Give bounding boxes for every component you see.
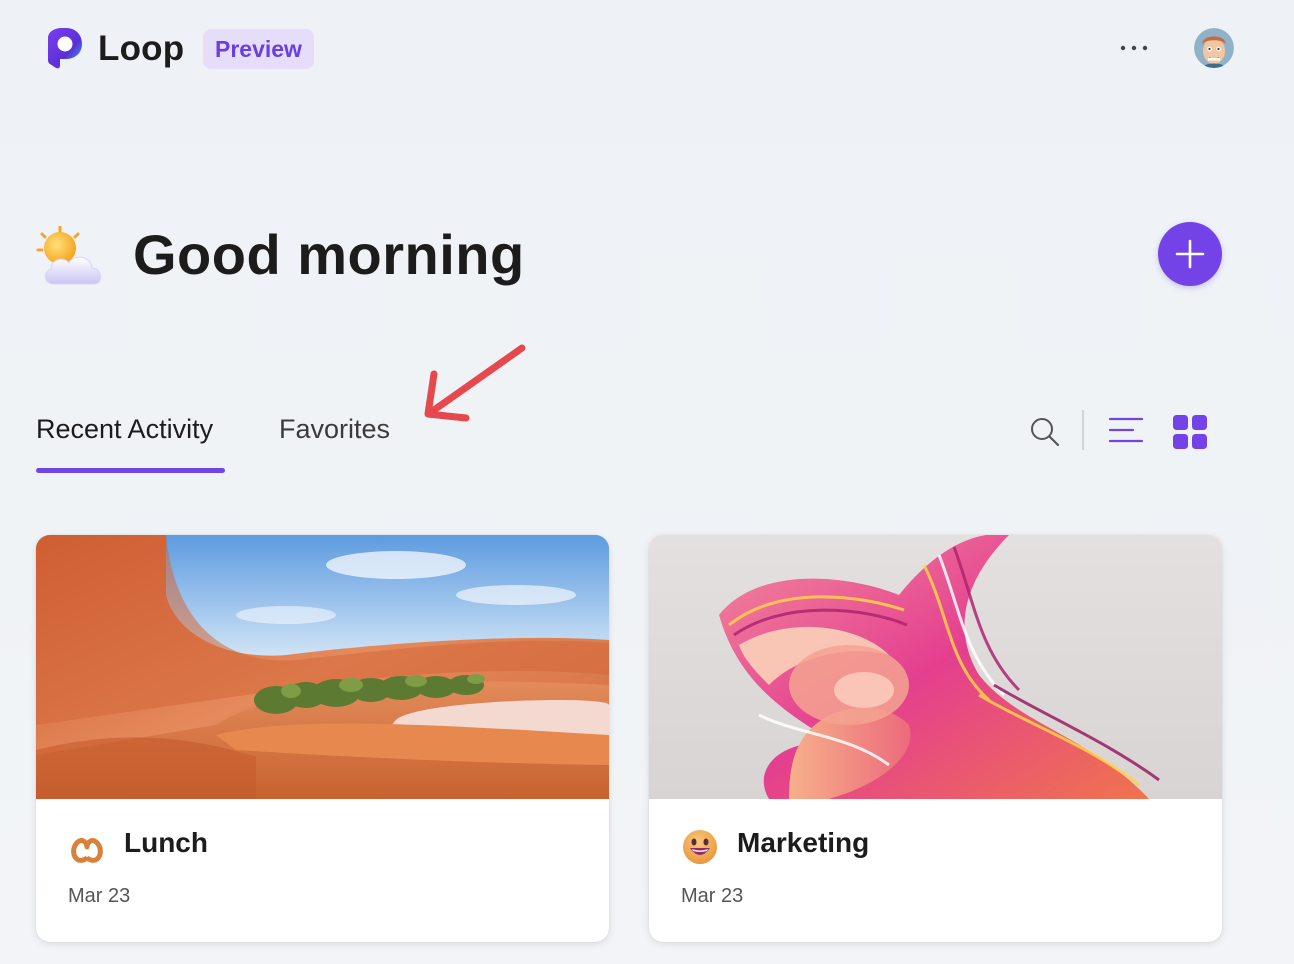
workspace-card-marketing[interactable]: Marketing Mar 23 xyxy=(649,535,1222,942)
plus-icon xyxy=(1175,239,1205,269)
tab-recent-activity[interactable]: Recent Activity xyxy=(36,414,213,445)
more-horizontal-icon xyxy=(1120,45,1148,51)
list-view-icon xyxy=(1108,417,1144,443)
tab-favorites[interactable]: Favorites xyxy=(279,414,390,445)
loop-home-page: Loop Preview Good morning Recent Activit… xyxy=(0,0,1294,964)
user-avatar[interactable] xyxy=(1194,28,1234,68)
workspace-card-lunch[interactable]: Lunch Mar 23 xyxy=(36,535,609,942)
red-arrow-icon xyxy=(424,344,526,422)
grid-view-icon xyxy=(1173,415,1207,449)
card-date: Mar 23 xyxy=(681,885,744,907)
pretzel-icon xyxy=(71,838,103,863)
active-tab-indicator xyxy=(36,468,225,473)
grid-view-button[interactable] xyxy=(1172,414,1208,450)
card-title: Lunch xyxy=(124,827,208,858)
desert-architecture-image xyxy=(36,535,609,799)
card-date: Mar 23 xyxy=(68,885,131,907)
grinning-face-icon xyxy=(683,830,717,864)
search-icon xyxy=(1031,418,1060,447)
loop-logo-icon[interactable] xyxy=(42,26,86,70)
greeting-title: Good morning xyxy=(133,223,525,286)
sun-behind-cloud-icon xyxy=(36,226,101,285)
list-view-button[interactable] xyxy=(1107,414,1145,446)
abstract-swirl-image xyxy=(649,535,1222,799)
search-button[interactable] xyxy=(1027,414,1063,450)
preview-badge: Preview xyxy=(203,29,314,69)
avatar-image xyxy=(1194,28,1234,68)
new-workspace-button[interactable] xyxy=(1158,222,1222,286)
more-options-button[interactable] xyxy=(1116,32,1152,64)
app-name: Loop xyxy=(98,29,185,68)
card-title: Marketing xyxy=(737,827,870,858)
toolbar-divider xyxy=(1082,410,1084,450)
